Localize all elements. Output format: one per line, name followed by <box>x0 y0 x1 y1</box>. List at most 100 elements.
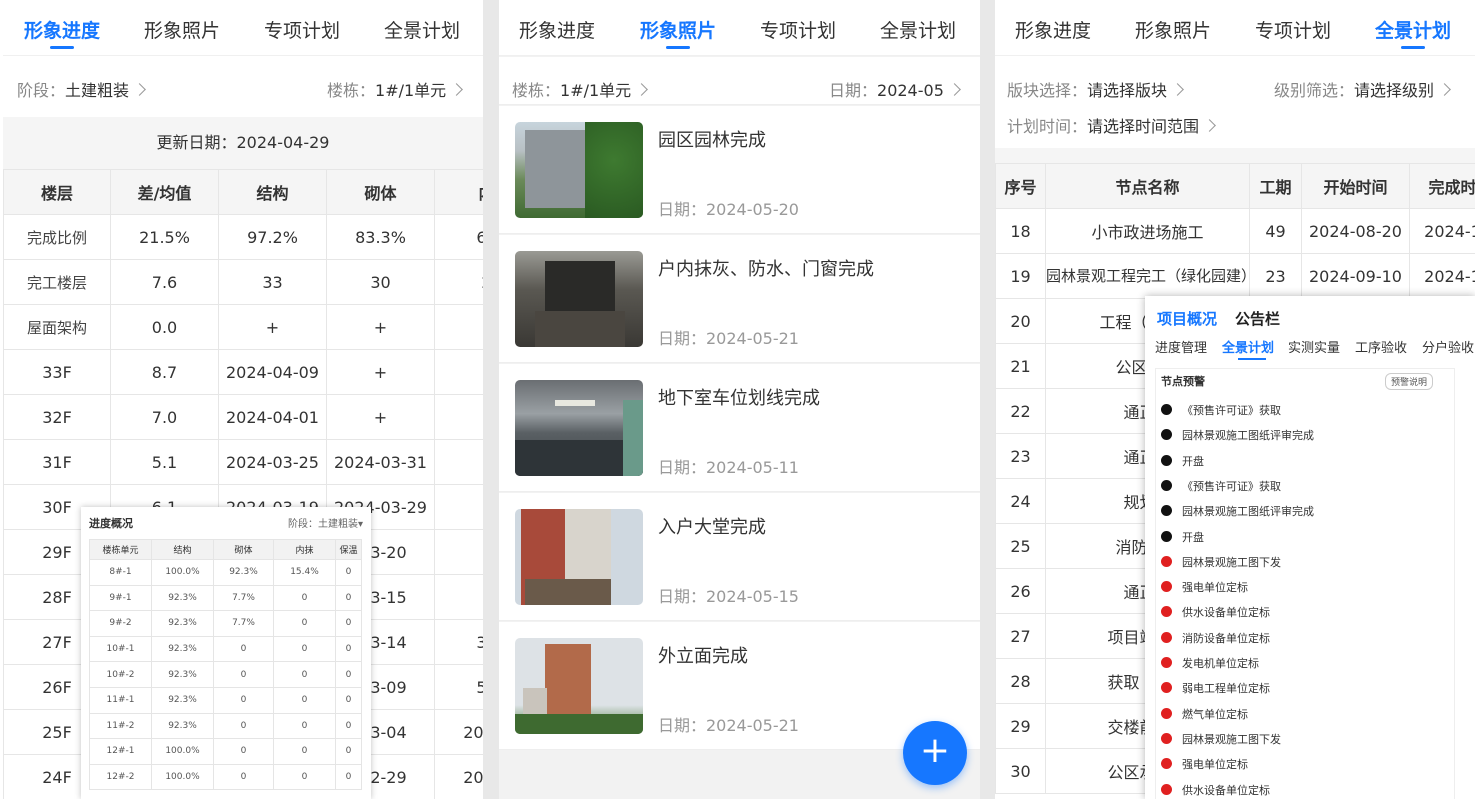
project-overview-title[interactable]: 项目概况 <box>1157 308 1217 329</box>
panel-divider <box>980 0 996 799</box>
warning-item[interactable]: 消防设备单位定标 <box>1161 630 1270 646</box>
warning-item[interactable]: 发电机单位定标 <box>1161 655 1259 671</box>
table-cell: 0 <box>335 661 362 688</box>
warning-item[interactable]: 《预售许可证》获取 <box>1161 478 1281 494</box>
table-cell <box>434 349 483 395</box>
tab-photos[interactable]: 形象照片 <box>144 16 220 43</box>
table-row: 10#-2 92.3% 0 0 0 <box>89 661 362 688</box>
table-cell: 33 <box>218 259 327 305</box>
card-title: 园区园林完成 <box>658 130 766 151</box>
status-dot-icon <box>1161 682 1172 694</box>
warning-item[interactable]: 弱电工程单位定标 <box>1161 680 1270 696</box>
table-cell: 0 <box>213 635 274 663</box>
column-header: 内 <box>434 169 483 215</box>
warning-item-label: 园林景观施工图纸评审完成 <box>1182 429 1314 443</box>
warning-item-label: 《预售许可证》获取 <box>1182 479 1281 493</box>
tab-bar: 形象进度 形象照片 专项计划 全景计划 <box>499 0 980 56</box>
photo-card[interactable]: 户内抹灰、防水、门窗完成 日期：2024-05-21 <box>499 235 980 363</box>
tab-progress[interactable]: 形象进度 <box>1015 16 1091 43</box>
warning-item[interactable]: 强电单位定标 <box>1161 579 1248 595</box>
warning-item-label: 开盘 <box>1182 530 1204 544</box>
table-cell: 12#-1 <box>89 738 152 765</box>
table-cell: 92.3% <box>151 635 214 663</box>
warning-item[interactable]: 园林景观施工图下发 <box>1161 554 1281 570</box>
warning-item-label: 园林景观施工图纸评审完成 <box>1182 505 1314 519</box>
warning-item[interactable]: 开盘 <box>1161 529 1204 545</box>
stage-filter[interactable]: 阶段：土建粗装 <box>17 77 146 101</box>
tab-special-plan[interactable]: 专项计划 <box>264 16 340 43</box>
tab-special-plan[interactable]: 专项计划 <box>760 16 836 43</box>
subtab-progress[interactable]: 进度管理 <box>1155 337 1207 356</box>
warning-item-label: 消防设备单位定标 <box>1182 631 1270 645</box>
chevron-right-icon <box>450 83 464 96</box>
level-filter[interactable]: 级别筛选：请选择级别 <box>1274 77 1451 101</box>
warning-item[interactable]: 园林景观施工图下发 <box>1161 731 1281 747</box>
status-dot-icon <box>1161 758 1172 770</box>
table-row[interactable]: 18小市政进场施工492024-08-202024-1 <box>995 208 1475 254</box>
interior-photo <box>515 251 643 347</box>
time-filter[interactable]: 计划时间：请选择时间范围 <box>1007 113 1216 137</box>
table-cell: 100.0% <box>151 738 214 765</box>
table-row: 12#-1 100.0% 0 0 0 <box>89 738 362 765</box>
table-cell: 30 <box>326 259 435 305</box>
subtab-process[interactable]: 工序验收 <box>1355 337 1407 356</box>
photo-card[interactable]: 园区园林完成 日期：2024-05-20 <box>499 106 980 234</box>
chevron-right-icon <box>948 83 961 96</box>
column-header: 序号 <box>995 163 1046 209</box>
table-cell: 7.7% <box>213 610 274 637</box>
table-cell <box>434 484 483 530</box>
block-filter[interactable]: 版块选择：请选择版块 <box>1007 77 1184 101</box>
table-cell: 0 <box>213 661 274 688</box>
overview-stage-select[interactable]: 阶段：土建粗装▾ <box>288 515 363 530</box>
table-row[interactable]: 19园林景观工程完工（绿化园建）232024-09-102024-1 <box>995 253 1475 299</box>
add-button[interactable]: + <box>903 721 967 785</box>
table-cell: 25 <box>995 523 1046 569</box>
building-filter[interactable]: 楼栋：1#/1单元 <box>327 77 464 101</box>
photo-card[interactable]: 地下室车位划线完成 日期：2024-05-11 <box>499 364 980 492</box>
warning-item[interactable]: 园林景观施工图纸评审完成 <box>1161 503 1314 519</box>
table-cell: 0 <box>273 584 336 612</box>
table-cell: 9#-2 <box>89 610 152 637</box>
card-title: 户内抹灰、防水、门窗完成 <box>658 259 874 280</box>
building-filter[interactable]: 楼栋：1#/1单元 <box>512 77 649 101</box>
table-cell: 完成比例 <box>3 214 111 260</box>
tab-bar: 形象进度 形象照片 专项计划 全景计划 <box>995 0 1475 56</box>
parking-photo <box>515 380 643 476</box>
warning-item[interactable]: 园林景观施工图纸评审完成 <box>1161 427 1314 443</box>
subtab-panorama[interactable]: 全景计划 <box>1222 337 1274 356</box>
table-cell: 29 <box>995 703 1046 749</box>
warning-item[interactable]: 开盘 <box>1161 453 1204 469</box>
table-cell: 92.3% <box>151 686 214 714</box>
bulletin-title[interactable]: 公告栏 <box>1235 308 1280 329</box>
tab-panorama-plan[interactable]: 全景计划 <box>880 16 956 43</box>
table-cell: 27 <box>995 613 1046 659</box>
warning-item[interactable]: 《预售许可证》获取 <box>1161 402 1281 418</box>
tab-panorama-plan[interactable]: 全景计划 <box>384 16 460 43</box>
table-cell: 92.3% <box>213 559 274 586</box>
warning-item[interactable]: 供水设备单位定标 <box>1161 604 1270 620</box>
photo-card[interactable]: 入户大堂完成 日期：2024-05-15 <box>499 493 980 621</box>
subtab-measure[interactable]: 实测实量 <box>1288 337 1340 356</box>
warning-item[interactable]: 供水设备单位定标 <box>1161 782 1270 798</box>
warning-item[interactable]: 强电单位定标 <box>1161 756 1248 772</box>
tab-photos[interactable]: 形象照片 <box>1135 16 1211 43</box>
photo-card[interactable]: 外立面完成 日期：2024-05-21 <box>499 622 980 750</box>
status-dot-icon <box>1161 581 1172 593</box>
date-filter[interactable]: 日期：2024-05 <box>829 77 961 101</box>
table-cell: 2024-1 <box>1409 208 1475 254</box>
warning-item[interactable]: 燃气单位定标 <box>1161 706 1248 722</box>
tab-progress[interactable]: 形象进度 <box>519 16 595 43</box>
warning-help-button[interactable]: 预警说明 <box>1385 373 1434 390</box>
panel-divider <box>483 0 499 799</box>
tab-special-plan[interactable]: 专项计划 <box>1255 16 1331 43</box>
column-header: 保温 <box>335 539 362 560</box>
table-cell: 49 <box>1249 208 1302 254</box>
table-cell: 2024-04-09 <box>218 349 327 395</box>
subtab-unit-accept[interactable]: 分户验收 <box>1422 337 1474 356</box>
tab-photos[interactable]: 形象照片 <box>640 16 716 49</box>
chevron-right-icon <box>1438 83 1451 96</box>
table-row: 9#-1 92.3% 7.7% 0 0 <box>89 584 362 612</box>
tab-panorama-plan[interactable]: 全景计划 <box>1375 16 1451 49</box>
tab-progress[interactable]: 形象进度 <box>24 16 100 49</box>
table-row: 33F 8.7 2024-04-09 + <box>3 349 483 395</box>
